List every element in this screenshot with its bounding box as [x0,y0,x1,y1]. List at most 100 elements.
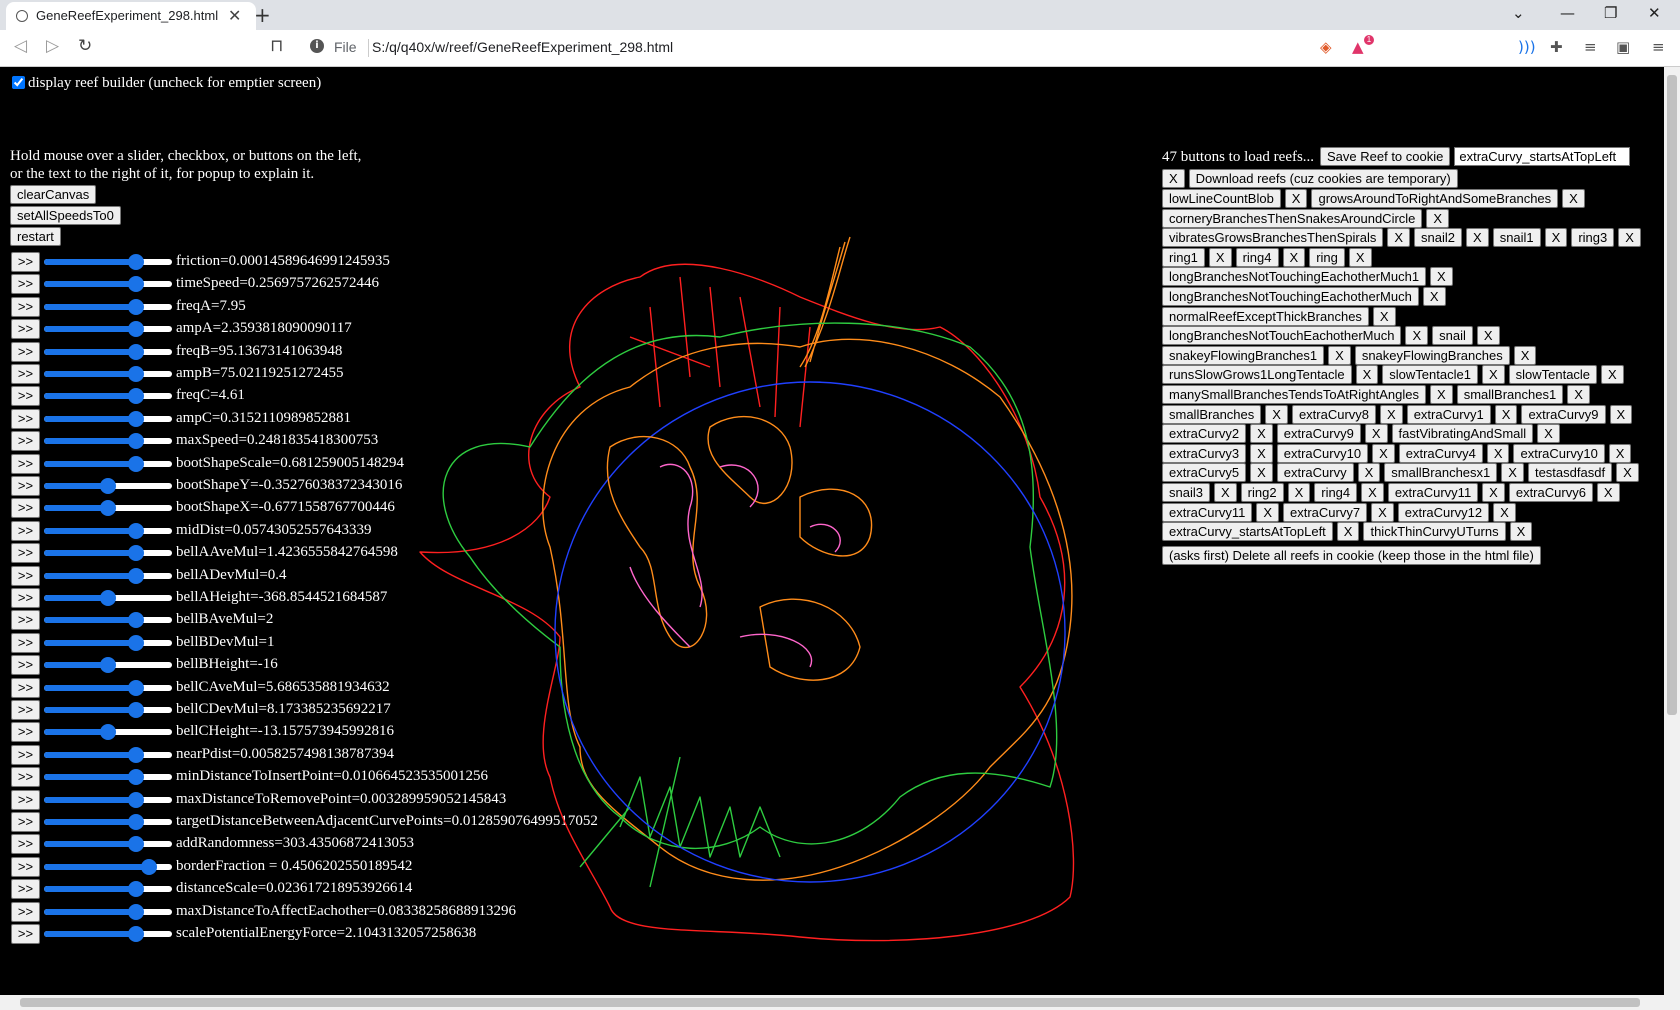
slider-thumb[interactable] [128,388,145,405]
load-reef-button[interactable]: longBranchesNotTouchingEachotherMuch [1162,287,1419,306]
load-reef-button[interactable]: snakeyFlowingBranches [1354,345,1510,365]
slider-thumb[interactable] [140,858,157,875]
apply-slider-button[interactable]: >> [11,632,40,653]
tab-search-icon[interactable]: ⌄ [1512,4,1525,22]
load-reef-button[interactable]: manySmallBranchesTendsToAtRightAngles [1162,385,1427,404]
slider-thumb[interactable] [128,410,145,427]
apply-slider-button[interactable]: >> [11,341,40,362]
load-reef-button[interactable]: extraCurvy10 [1513,443,1605,463]
delete-reef-x-button[interactable]: X [1250,443,1273,463]
minimize-icon[interactable]: — [1560,4,1575,22]
parameter-slider[interactable] [44,343,172,360]
delete-reef-x-button[interactable]: X [1328,345,1351,365]
load-reef-button[interactable]: ring [1309,247,1345,267]
apply-slider-button[interactable]: >> [11,767,40,788]
browser-tab[interactable]: GeneReefExperiment_298.html ✕ [6,2,256,30]
delete-reef-x-button[interactable]: X [1486,443,1510,463]
load-reef-button[interactable]: extraCurvy7 [1283,502,1368,522]
parameter-slider[interactable] [44,478,172,494]
load-reef-button[interactable]: thickThinCurvyUTurns [1363,522,1506,542]
parameter-slider[interactable] [44,388,172,405]
parameter-slider[interactable] [44,366,172,382]
delete-reef-x-button[interactable]: X [1562,189,1585,208]
load-reef-button[interactable]: fastVibratingAndSmall [1391,424,1534,444]
load-reef-button[interactable]: extraCurvy6 [1508,483,1593,502]
apply-slider-button[interactable]: >> [11,252,40,272]
slider-thumb[interactable] [128,254,145,270]
apply-slider-button[interactable]: >> [11,520,40,541]
load-reef-button[interactable]: snail2 [1414,228,1463,248]
delete-reef-x-button[interactable]: X [1250,424,1273,444]
slider-thumb[interactable] [128,769,145,786]
delete-reef-x-button[interactable]: X [1430,267,1453,287]
reef-canvas[interactable] [380,167,1160,967]
parameter-slider[interactable] [44,926,172,942]
apply-slider-button[interactable]: >> [11,408,40,429]
apply-slider-button[interactable]: >> [11,901,40,922]
load-reef-button[interactable]: ring2 [1240,483,1284,502]
vertical-scrollbar[interactable] [1664,67,1680,995]
slider-thumb[interactable] [100,478,116,494]
apply-slider-button[interactable]: >> [11,565,40,586]
delete-name-x-button[interactable]: X [1162,169,1185,188]
delete-reef-x-button[interactable]: X [1361,483,1384,502]
parameter-slider[interactable] [44,545,172,562]
delete-reef-x-button[interactable]: X [1618,228,1641,248]
delete-reef-x-button[interactable]: X [1482,483,1505,502]
apply-slider-button[interactable]: >> [11,924,40,944]
slider-thumb[interactable] [128,634,145,651]
menu-icon[interactable]: ≡ [1652,38,1665,56]
apply-slider-button[interactable]: >> [11,610,40,631]
slider-thumb[interactable] [128,567,145,584]
apply-slider-button[interactable]: >> [11,677,40,698]
parameter-slider[interactable] [44,321,172,338]
playlist-icon[interactable]: ≡ [1584,38,1597,56]
parameter-slider[interactable] [44,634,172,651]
brave-shield-icon[interactable]: ◈ [1320,38,1332,56]
slider-thumb[interactable] [100,657,116,674]
load-reef-button[interactable]: snakeyFlowingBranches1 [1162,345,1325,365]
clear-canvas-button[interactable]: clearCanvas [10,185,97,204]
parameter-slider[interactable] [44,903,172,920]
load-reef-button[interactable]: longBranchesNotTouchEachotherMuch [1162,326,1402,346]
delete-reef-x-button[interactable]: X [1608,443,1632,463]
load-reef-button[interactable]: testasdfasdf [1527,463,1613,483]
apply-slider-button[interactable]: >> [11,722,40,743]
apply-slider-button[interactable]: >> [11,386,40,407]
slider-thumb[interactable] [128,433,145,450]
load-reef-button[interactable]: extraCurvy4 [1398,443,1483,463]
load-reef-button[interactable]: snail1 [1492,228,1541,248]
slider-thumb[interactable] [128,343,145,360]
reef-name-input[interactable] [1454,147,1631,166]
save-reef-button[interactable]: Save Reef to cookie [1320,147,1451,166]
delete-reef-x-button[interactable]: X [1509,522,1533,542]
slider-thumb[interactable] [128,366,145,382]
load-reef-button[interactable]: vibratesGrowsBranchesThenSpirals [1162,228,1384,248]
delete-reef-x-button[interactable]: X [1426,208,1450,228]
parameter-slider[interactable] [44,657,172,674]
info-icon[interactable]: i [310,39,324,53]
set-all-speeds-button[interactable]: setAllSpeedsTo0 [10,206,121,225]
delete-reef-x-button[interactable]: X [1501,463,1524,483]
parameter-slider[interactable] [44,433,172,450]
tab-close-icon[interactable]: ✕ [228,6,241,25]
load-reef-button[interactable]: growsAroundToRightAndSomeBranches [1311,189,1559,208]
slider-thumb[interactable] [128,814,145,830]
window-close-icon[interactable]: ✕ [1648,4,1661,22]
parameter-slider[interactable] [44,769,172,786]
apply-slider-button[interactable]: >> [11,453,40,474]
load-reef-button[interactable]: runsSlowGrows1LongTentacle [1162,365,1352,385]
apply-slider-button[interactable]: >> [11,655,40,676]
load-reef-button[interactable]: extraCurvy8 [1291,404,1377,424]
load-reef-button[interactable]: extraCurvy11 [1162,502,1253,522]
slider-thumb[interactable] [128,702,145,718]
delete-reef-x-button[interactable]: X [1493,502,1516,522]
new-tab-button[interactable]: + [254,3,271,27]
wallet-icon[interactable]: ▣ [1616,38,1630,56]
slider-thumb[interactable] [100,590,116,606]
delete-reef-x-button[interactable]: X [1355,365,1379,385]
parameter-slider[interactable] [44,702,172,718]
load-reef-button[interactable]: extraCurvy10 [1276,443,1369,463]
delete-reef-x-button[interactable]: X [1265,404,1288,424]
load-reef-button[interactable]: slowTentacle [1508,365,1598,385]
